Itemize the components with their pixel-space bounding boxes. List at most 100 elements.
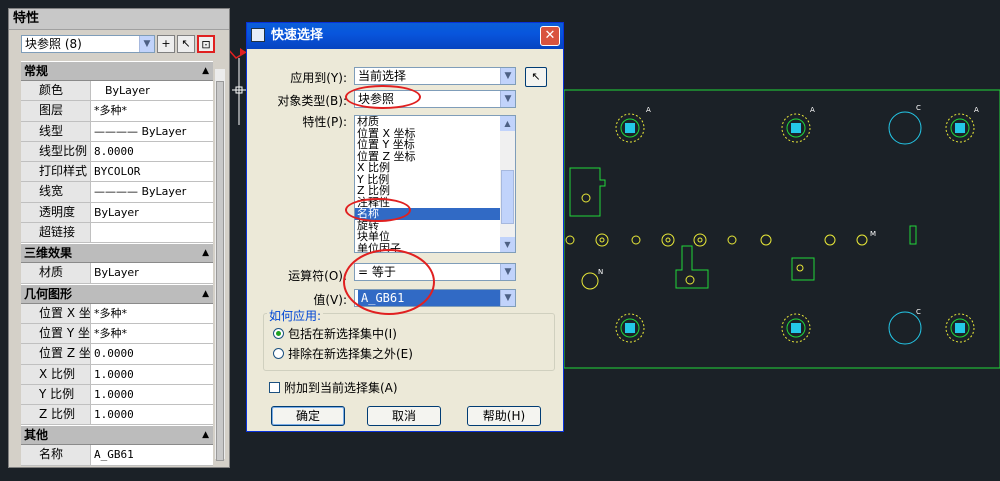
prop-value: ———— ByLayer	[94, 124, 187, 138]
label-n: N	[598, 268, 603, 276]
radio-exclude-label: 排除在新选择集之外(E)	[288, 347, 413, 361]
prop-row[interactable]: 位置 X 坐标*多种*	[21, 303, 213, 324]
property-list-item[interactable]: 材质	[355, 116, 515, 128]
property-list-item[interactable]: X 比例	[355, 162, 515, 174]
chevron-down-icon[interactable]: ▼	[500, 68, 515, 84]
section-geometry-title: 几何图形	[24, 286, 73, 301]
plus-icon: +	[161, 37, 171, 50]
operator-label: 运算符(O):	[288, 269, 347, 283]
prop-key: 材质	[21, 263, 91, 283]
radio-include[interactable]: 包括在新选择集中(I)	[273, 325, 397, 342]
prop-value: *多种*	[94, 104, 127, 118]
scroll-down-icon[interactable]: ▼	[500, 237, 515, 252]
properties-palette: 特性 块参照 (8) ▼ + ↖ ⊡ 常规 ▲ 颜色 ByLayer 图层 *多种* …	[8, 8, 230, 468]
prop-value: ByLayer	[94, 266, 139, 280]
prop-key: 名称	[21, 445, 91, 465]
prop-value: 1.0000	[94, 367, 134, 381]
toggle-pickadd-button[interactable]: +	[157, 35, 175, 53]
apply-to-value: 当前选择	[358, 69, 407, 83]
help-button[interactable]: 帮助(H)	[467, 406, 541, 426]
label-a-2: A	[810, 106, 815, 114]
prop-key: 位置 Y 坐标	[21, 323, 91, 344]
cancel-button[interactable]: 取消	[367, 406, 441, 426]
apply-to-label: 应用到(Y):	[290, 71, 347, 85]
prop-row[interactable]: 位置 Y 坐标*多种*	[21, 323, 213, 345]
property-grid: 常规 ▲ 颜色 ByLayer 图层 *多种* 线型 ———— ByLayer 线型比例…	[21, 61, 213, 466]
prop-row[interactable]: Y 比例 1.0000	[21, 384, 213, 406]
prop-value: 0.0000	[94, 347, 134, 361]
list-scrollbar[interactable]: ▲ ▼	[500, 116, 515, 252]
select-objects-pick-button[interactable]: ↖	[525, 67, 547, 87]
prop-value: 1.0000	[94, 387, 134, 401]
prop-key: Z 比例	[21, 405, 91, 425]
property-list-item[interactable]: Z 比例	[355, 185, 515, 197]
prop-key: X 比例	[21, 364, 91, 384]
prop-key: 线型	[21, 121, 91, 141]
quick-select-icon: ⊡	[201, 38, 211, 51]
label-a-1: A	[646, 106, 651, 114]
prop-key: 颜色	[21, 81, 91, 101]
close-button[interactable]: ✕	[540, 26, 560, 46]
prop-row[interactable]: 线型 ———— ByLayer	[21, 121, 213, 142]
dialog-titlebar[interactable]: 快速选择 ✕	[247, 23, 563, 49]
chevron-down-icon[interactable]: ▼	[500, 264, 515, 280]
cursor-icon: ↖	[181, 37, 191, 50]
scrollbar-thumb[interactable]	[216, 81, 224, 461]
append-checkbox[interactable]: 附加到当前选择集(A)	[269, 379, 398, 396]
prop-row[interactable]: 线宽 ———— ByLayer	[21, 182, 213, 203]
prop-row[interactable]: 线型比例 8.0000	[21, 141, 213, 163]
quick-select-button[interactable]: ⊡	[197, 35, 215, 53]
scroll-up-icon[interactable]: ▲	[500, 116, 515, 131]
object-type-label: 对象类型(B):	[277, 94, 347, 108]
prop-key: 图层	[21, 101, 91, 121]
scrollbar-thumb[interactable]	[501, 170, 514, 224]
section-misc-title: 其他	[24, 428, 49, 443]
checkbox-icon[interactable]	[269, 382, 280, 393]
chevron-down-icon[interactable]: ▼	[500, 91, 515, 107]
prop-value: ———— ByLayer	[94, 185, 187, 199]
prop-value: *多种*	[94, 306, 127, 320]
radio-exclude[interactable]: 排除在新选择集之外(E)	[273, 345, 413, 362]
prop-row[interactable]: 颜色 ByLayer	[21, 81, 213, 102]
palette-scrollbar[interactable]	[215, 69, 225, 461]
prop-key: 线型比例	[21, 141, 91, 162]
prop-key: 位置 X 坐标	[21, 303, 91, 323]
section-general[interactable]: 常规 ▲	[21, 61, 213, 81]
chevron-down-icon[interactable]: ▼	[500, 290, 515, 306]
apply-to-combo[interactable]: 当前选择 ▼	[354, 67, 516, 85]
pick-icon: ↖	[531, 70, 541, 83]
prop-row[interactable]: 打印样式 BYCOLOR	[21, 162, 213, 183]
section-geometry[interactable]: 几何图形 ▲	[21, 283, 213, 304]
radio-selected-icon[interactable]	[273, 328, 284, 339]
prop-key: 超链接	[21, 223, 91, 243]
properties-list[interactable]: 材质 位置 X 坐标 位置 Y 坐标 位置 Z 坐标 X 比例 Y 比例 Z 比例 注释性 名称…	[354, 115, 516, 253]
prop-row[interactable]: Z 比例 1.0000	[21, 405, 213, 426]
section-3d-effects[interactable]: 三维效果 ▲	[21, 243, 213, 264]
section-misc[interactable]: 其他 ▲	[21, 425, 213, 446]
object-selection-value: 块参照 (8)	[25, 37, 82, 51]
prop-key: 透明度	[21, 202, 91, 223]
prop-row[interactable]: 超链接	[21, 223, 213, 244]
annotation-circle-object-type	[345, 85, 421, 109]
annotation-circle-name	[345, 198, 411, 222]
prop-value: *多种*	[94, 326, 127, 340]
prop-row[interactable]: 名称 A_GB61	[21, 445, 213, 466]
prop-row[interactable]: 位置 Z 坐标0.0000	[21, 344, 213, 365]
ok-button[interactable]: 确定	[271, 406, 345, 426]
prop-value: A_GB61	[94, 448, 134, 462]
select-objects-button[interactable]: ↖	[177, 35, 195, 53]
property-list-item[interactable]: 块单位	[355, 231, 515, 243]
label-c-1: C	[916, 104, 921, 112]
object-selection-combo[interactable]: 块参照 (8) ▼	[21, 35, 155, 53]
property-list-item[interactable]: 位置 Y 坐标	[355, 139, 515, 151]
prop-row[interactable]: 透明度 ByLayer	[21, 202, 213, 224]
prop-row[interactable]: X 比例 1.0000	[21, 364, 213, 385]
prop-row[interactable]: 图层 *多种*	[21, 101, 213, 122]
dialog-title: 快速选择	[271, 28, 324, 43]
prop-row[interactable]: 材质 ByLayer	[21, 263, 213, 284]
radio-unselected-icon[interactable]	[273, 348, 284, 359]
collapse-icon: ▲	[202, 430, 209, 441]
chevron-down-icon[interactable]: ▼	[139, 36, 154, 52]
how-to-apply-label: 如何应用:	[267, 307, 324, 324]
palette-title: 特性	[9, 9, 229, 30]
